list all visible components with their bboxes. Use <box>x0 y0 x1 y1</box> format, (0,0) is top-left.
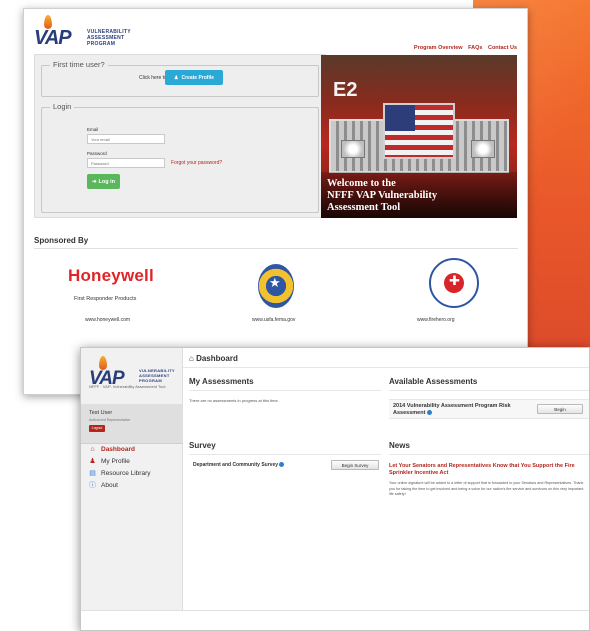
user-name: Test User <box>89 410 113 416</box>
page-title: ⌂ Dashboard <box>189 354 238 363</box>
divider <box>183 367 589 368</box>
honeywell-subtitle: First Responder Products <box>74 296 137 302</box>
survey-title: Department and Community Survey <box>193 462 279 468</box>
available-assessment-row: 2014 Vulnerability Assessment Program Ri… <box>389 399 589 419</box>
info-icon[interactable] <box>426 409 432 415</box>
logout-button[interactable]: Logout <box>89 425 105 432</box>
nav-contact-us[interactable]: Contact Us <box>488 45 517 51</box>
user-icon: ♟ <box>174 74 179 81</box>
email-label: Email <box>87 127 99 132</box>
logo-word-3: PROGRAM <box>87 41 116 47</box>
forgot-password-link[interactable]: Forgot your password? <box>171 160 222 166</box>
vap-logo[interactable]: VAP <box>34 15 82 49</box>
dashboard-main: ⌂ Dashboard My Assessments There are no … <box>183 348 589 610</box>
logo-words: VULNERABILITY ASSESSMENT PROGRAM <box>87 29 131 47</box>
home-icon: ⌂ <box>189 354 194 363</box>
available-assessments-heading: Available Assessments <box>389 377 478 386</box>
assessment-title: 2014 Vulnerability Assessment Program Ri… <box>393 403 511 416</box>
news-heading: News <box>389 441 410 450</box>
home-icon: ⌂ <box>90 446 95 453</box>
american-flag <box>383 103 455 159</box>
hero-line-1: Welcome to the <box>327 178 396 189</box>
sidebar-item-label: Dashboard <box>101 446 135 453</box>
news-headline-link[interactable]: Let Your Senators and Representatives Kn… <box>389 463 589 477</box>
email-field[interactable] <box>87 134 165 144</box>
user-icon: ♟ <box>89 458 96 465</box>
hero-image: E2 Welcome to the NFFF VAP Vulnerability… <box>321 55 517 218</box>
headlight-left <box>341 140 365 158</box>
usfa-seal-icon[interactable] <box>258 264 294 308</box>
create-profile-label: Create Profile <box>181 74 214 81</box>
info-icon: ⓘ <box>89 482 96 489</box>
headlight-right <box>471 140 495 158</box>
login-legend: Login <box>50 102 75 111</box>
assessment-name: 2014 Vulnerability Assessment Program Ri… <box>393 403 523 416</box>
divider <box>189 390 381 391</box>
click-here-text: Click here to <box>139 75 167 81</box>
sponsor-url-usfa[interactable]: www.usfa.fema.gov <box>252 317 295 323</box>
auth-panel: First time user? Click here to ♟ Create … <box>34 54 326 218</box>
honeywell-logo[interactable]: Honeywell <box>68 266 154 286</box>
sidebar-item-label: My Profile <box>101 458 130 465</box>
nav-program-overview[interactable]: Program Overview <box>414 45 463 51</box>
login-button[interactable]: ➔ Log in <box>87 174 120 189</box>
sponsor-url-nfff[interactable]: www.firehero.org <box>417 317 455 323</box>
hero-caption: Welcome to the NFFF VAP Vulnerability As… <box>327 178 437 214</box>
footer-area <box>81 610 589 630</box>
sidebar-item-resource-library[interactable]: ▤ Resource Library <box>89 470 151 477</box>
signin-icon: ➔ <box>91 178 97 185</box>
first-time-legend: First time user? <box>50 60 108 69</box>
sidebar: VAP VULNERABILITY ASSESSMENT PROGRAM NFF… <box>81 348 183 610</box>
no-assessments-text: There are no assessments in progress at … <box>189 398 279 403</box>
password-label: Password <box>87 151 107 156</box>
sidebar-item-dashboard[interactable]: ⌂ Dashboard <box>89 446 135 453</box>
app-subtitle: NFFF · VAP: Vulnerability Assessment Too… <box>89 384 166 389</box>
landing-header: VAP VULNERABILITY ASSESSMENT PROGRAM Pro… <box>24 9 527 55</box>
divider <box>189 454 381 455</box>
hero-line-2: NFFF VAP Vulnerability <box>327 190 438 201</box>
login-label: Log in <box>98 178 116 185</box>
sidebar-item-label: About <box>101 482 118 489</box>
user-box: Test User Authorized Representative Logo… <box>81 404 183 444</box>
info-icon[interactable] <box>279 462 285 468</box>
divider <box>389 454 589 455</box>
sidebar-item-my-profile[interactable]: ♟ My Profile <box>89 458 130 465</box>
logo-letters: VAP <box>34 27 72 49</box>
user-role: Authorized Representative <box>89 418 131 422</box>
begin-button[interactable]: Begin <box>537 404 583 414</box>
logo-words: VULNERABILITY ASSESSMENT PROGRAM <box>139 368 175 383</box>
nfff-seal-icon[interactable] <box>429 258 479 308</box>
sponsor-url-honeywell[interactable]: www.honeywell.com <box>85 317 130 323</box>
divider <box>389 390 589 391</box>
survey-item: Department and Community Survey <box>193 462 285 468</box>
begin-survey-button[interactable]: Begin Survey <box>331 460 379 470</box>
password-field[interactable] <box>87 158 165 168</box>
book-icon: ▤ <box>89 470 96 477</box>
survey-heading: Survey <box>189 441 216 450</box>
landing-screen: VAP VULNERABILITY ASSESSMENT PROGRAM Pro… <box>23 8 528 395</box>
survey-row: Department and Community Survey Begin Su… <box>189 458 387 472</box>
top-nav: Program Overview FAQs Contact Us <box>410 45 517 51</box>
hero-line-3: Assessment Tool <box>327 202 401 213</box>
divider <box>34 248 518 249</box>
news-body: Your online signature will be added to a… <box>389 481 584 496</box>
create-profile-button[interactable]: ♟ Create Profile <box>165 70 223 85</box>
sponsored-by-heading: Sponsored By <box>34 236 89 245</box>
logo-word-3: PROGRAM <box>139 378 162 383</box>
dashboard-screen: VAP VULNERABILITY ASSESSMENT PROGRAM NFF… <box>80 347 590 631</box>
nav-faqs[interactable]: FAQs <box>468 45 482 51</box>
marketing-composite: VAP VULNERABILITY ASSESSMENT PROGRAM Pro… <box>0 0 590 631</box>
my-assessments-heading: My Assessments <box>189 377 254 386</box>
sidebar-item-label: Resource Library <box>101 470 151 477</box>
sidebar-item-about[interactable]: ⓘ About <box>89 482 118 489</box>
page-title-text: Dashboard <box>196 354 238 363</box>
truck-number: E2 <box>333 79 358 101</box>
